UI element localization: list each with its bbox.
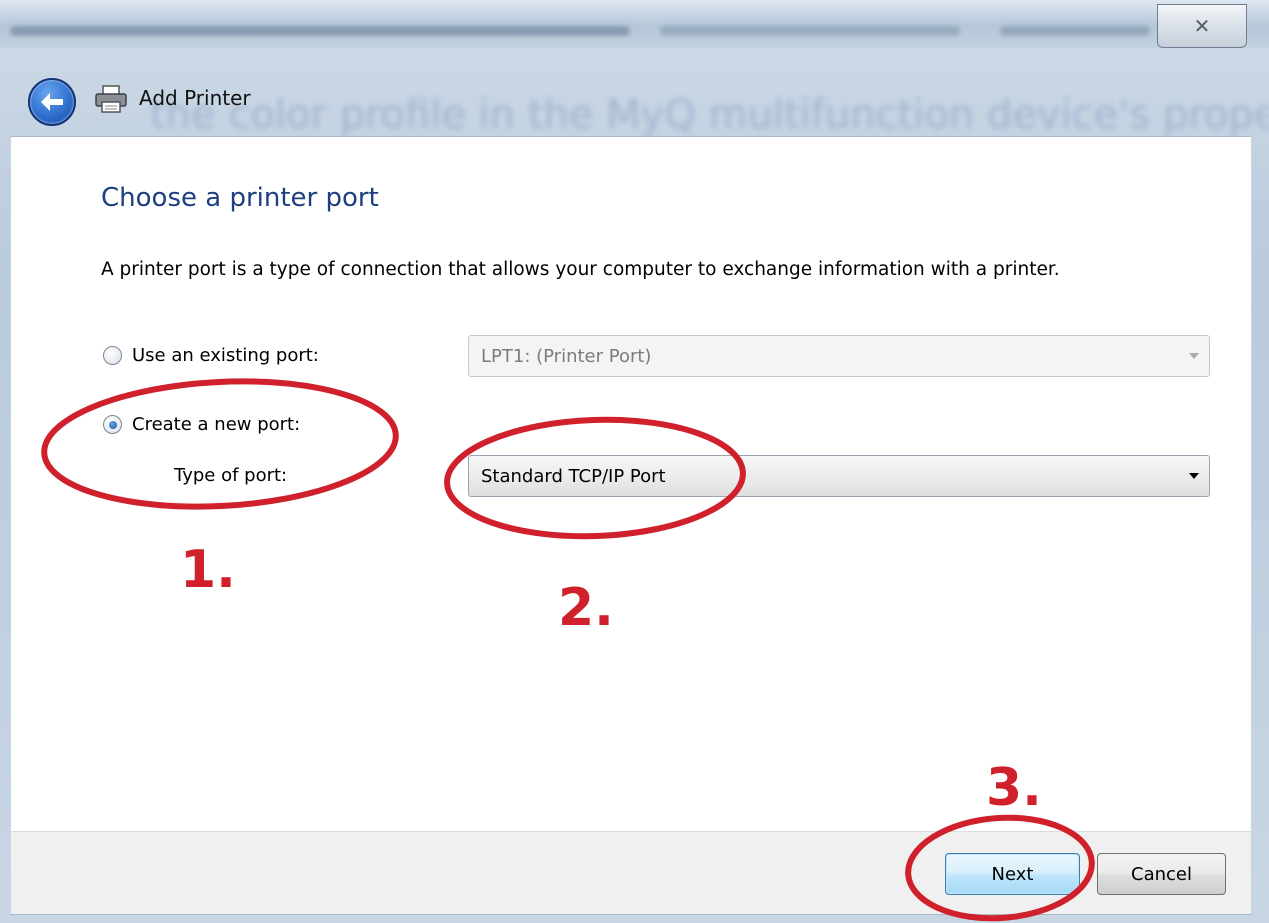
use-existing-port-label: Use an existing port: [132,345,319,366]
type-of-port-select[interactable]: Standard TCP/IP Port [468,455,1210,497]
type-of-port-label: Type of port: [174,465,288,486]
titlebar-reflection [1000,26,1150,36]
chevron-down-icon [1189,353,1199,359]
close-icon: ✕ [1193,14,1211,38]
use-existing-port-option[interactable]: Use an existing port: [103,345,319,366]
create-new-port-label: Create a new port: [132,414,301,435]
page-heading: Choose a printer port [101,183,379,213]
create-new-port-radio[interactable] [103,415,122,434]
type-of-port-value: Standard TCP/IP Port [481,465,666,487]
titlebar-reflection [660,26,960,36]
annotation-step3: 3. [986,758,1042,818]
chevron-down-icon [1189,473,1199,479]
create-new-port-option[interactable]: Create a new port: [103,414,300,435]
wizard-title: Add Printer [139,86,251,110]
printer-icon [95,85,127,113]
existing-port-value: LPT1: (Printer Port) [481,345,652,367]
titlebar-reflection [10,26,630,36]
existing-port-select[interactable]: LPT1: (Printer Port) [468,335,1210,377]
annotation-step2: 2. [558,578,614,638]
wizard-footer: Next Cancel [10,831,1252,915]
radio-selected-dot [108,420,117,429]
wizard-caption: Add Printer [0,60,1269,136]
use-existing-port-radio[interactable] [103,346,122,365]
page-description: A printer port is a type of connection t… [101,259,1060,280]
window-titlebar: ✕ [0,0,1269,48]
next-button[interactable]: Next [945,853,1080,895]
back-button[interactable] [28,78,76,126]
back-arrow-icon [41,93,63,111]
cancel-button[interactable]: Cancel [1097,853,1226,895]
wizard-content: Choose a printer port A printer port is … [10,136,1252,832]
annotation-step1: 1. [180,540,236,600]
close-button[interactable]: ✕ [1157,4,1247,48]
